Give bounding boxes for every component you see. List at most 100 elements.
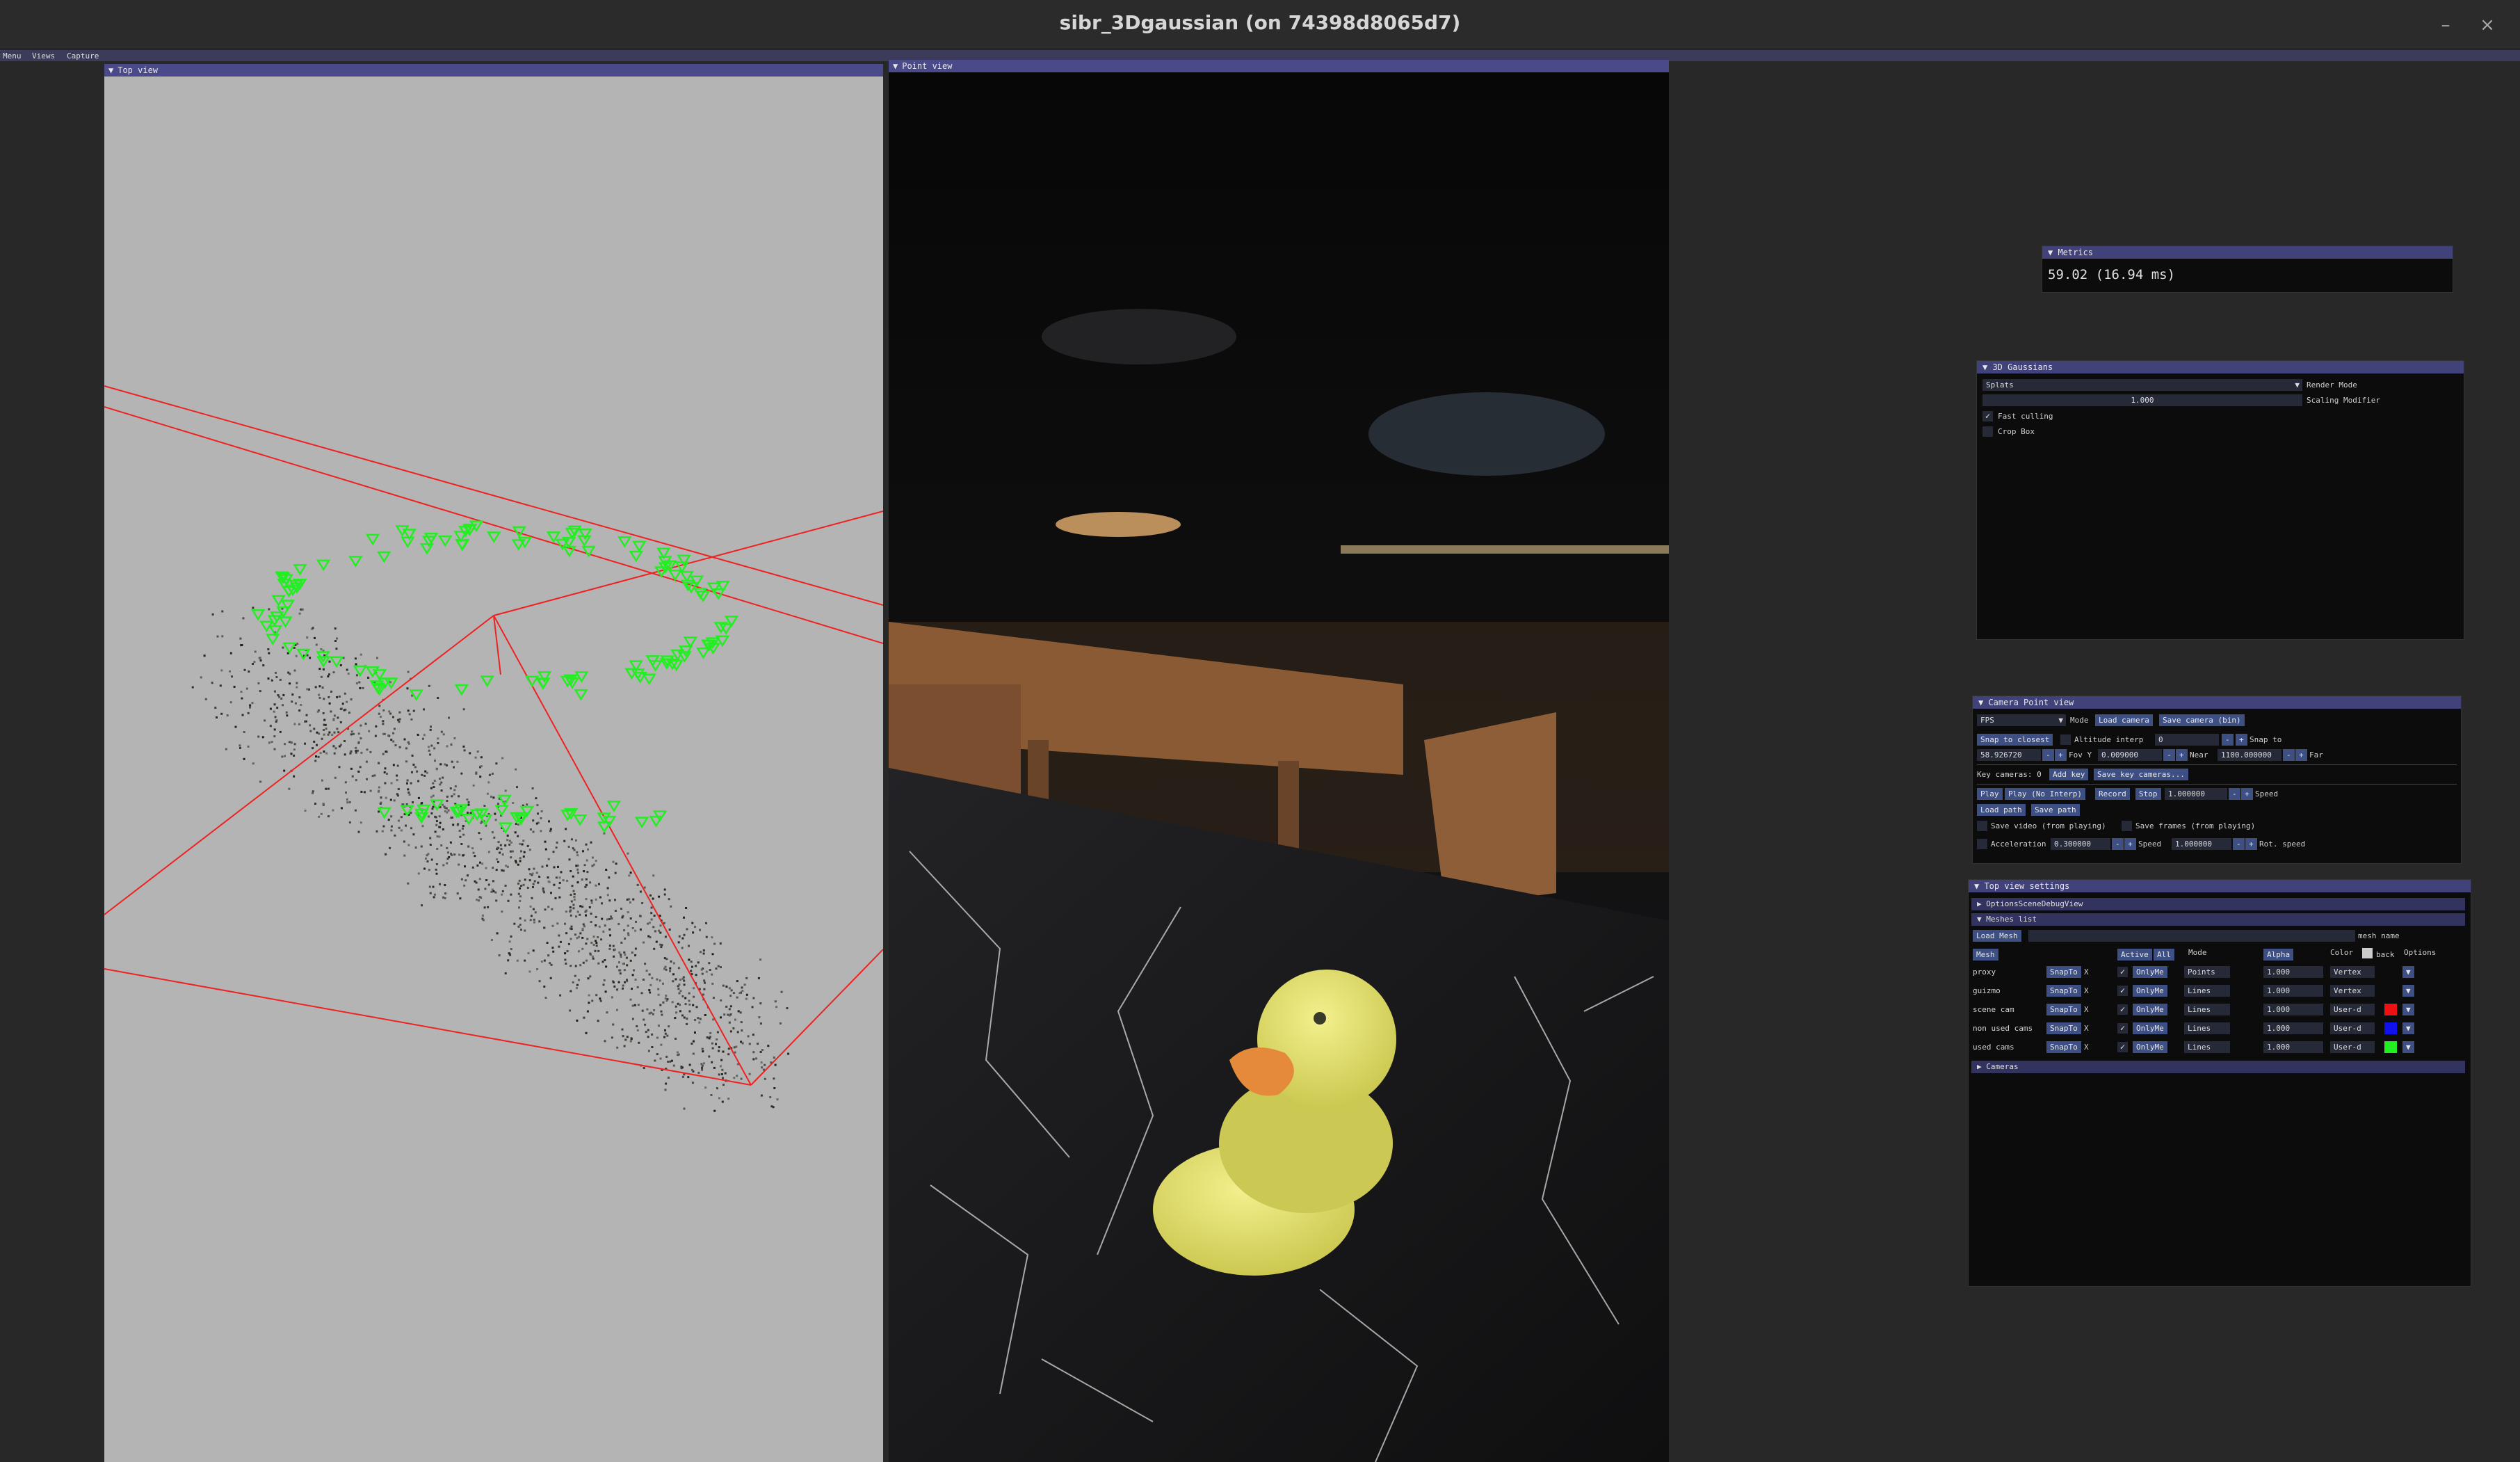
fov-field[interactable]: 58.926720 bbox=[1977, 749, 2041, 761]
speed-plus-button[interactable]: + bbox=[2241, 788, 2253, 800]
only-me-button[interactable]: OnlyMe bbox=[2133, 966, 2167, 978]
record-button[interactable]: Record bbox=[2095, 788, 2130, 800]
fov-plus-button[interactable]: + bbox=[2055, 749, 2067, 761]
altitude-interp-checkbox[interactable] bbox=[2060, 734, 2071, 745]
play-button[interactable]: Play bbox=[1977, 788, 2003, 800]
snap-to-button[interactable]: SnapTo bbox=[2046, 985, 2081, 997]
collapse-triangle-icon[interactable]: ▼ bbox=[2048, 248, 2058, 257]
mesh-name-input[interactable] bbox=[2028, 930, 2355, 942]
row-options-dropdown[interactable]: ▼ bbox=[2402, 966, 2414, 978]
snap-to-button[interactable]: SnapTo bbox=[2046, 966, 2081, 978]
shading-select[interactable]: User-d bbox=[2330, 1041, 2375, 1053]
save-camera-button[interactable]: Save camera (bin) bbox=[2159, 714, 2245, 726]
chevron-down-icon[interactable]: ▼ bbox=[2058, 714, 2063, 726]
save-video-checkbox[interactable] bbox=[1977, 821, 1987, 831]
remove-mesh-icon[interactable]: X bbox=[2084, 1041, 2089, 1053]
save-path-button[interactable]: Save path bbox=[2031, 804, 2080, 816]
shading-select[interactable]: User-d bbox=[2330, 1022, 2375, 1034]
collapse-triangle-icon[interactable]: ▼ bbox=[1982, 362, 1992, 372]
fov-minus-button[interactable]: - bbox=[2042, 749, 2054, 761]
save-key-cameras-button[interactable]: Save key cameras... bbox=[2094, 769, 2188, 780]
options-scene-debug-header[interactable]: ▶ OptionsSceneDebugView bbox=[1971, 898, 2465, 910]
load-path-button[interactable]: Load path bbox=[1977, 804, 2026, 816]
snap-to-button[interactable]: SnapTo bbox=[2046, 1041, 2081, 1053]
collapse-triangle-icon[interactable]: ▼ bbox=[1978, 698, 1988, 707]
speed2-plus-button[interactable]: + bbox=[2245, 838, 2257, 850]
only-me-button[interactable]: OnlyMe bbox=[2133, 1041, 2167, 1053]
collapse-triangle-icon[interactable]: ▼ bbox=[1977, 915, 1986, 924]
acceleration-field[interactable]: 0.300000 bbox=[2051, 838, 2110, 850]
mode-select[interactable]: Lines bbox=[2184, 1022, 2230, 1034]
point-view-render[interactable] bbox=[889, 72, 1669, 1462]
menu-item-menu[interactable]: Menu bbox=[3, 51, 22, 61]
shading-select[interactable]: Vertex bbox=[2330, 966, 2375, 978]
speed-field[interactable]: 1.000000 bbox=[2172, 838, 2231, 850]
shading-select[interactable]: Vertex bbox=[2330, 985, 2375, 997]
cameras-header[interactable]: ▶ Cameras bbox=[1971, 1061, 2465, 1073]
top-view-header[interactable]: ▼ Top view bbox=[104, 64, 883, 77]
active-checkbox[interactable]: ✓ bbox=[2117, 1042, 2128, 1052]
far-plus-button[interactable]: + bbox=[2295, 749, 2307, 761]
altitude-plus-button[interactable]: + bbox=[2236, 734, 2247, 746]
only-me-button[interactable]: OnlyMe bbox=[2133, 1004, 2167, 1015]
close-icon[interactable]: × bbox=[2473, 13, 2501, 38]
minimize-icon[interactable]: – bbox=[2432, 13, 2460, 38]
collapse-triangle-icon[interactable]: ▼ bbox=[108, 64, 113, 77]
remove-mesh-icon[interactable]: X bbox=[2084, 985, 2089, 997]
only-me-button[interactable]: OnlyMe bbox=[2133, 985, 2167, 997]
speed2-minus-button[interactable]: - bbox=[2233, 838, 2245, 850]
camera-mode-select[interactable]: FPS ▼ bbox=[1977, 714, 2066, 726]
active-checkbox[interactable]: ✓ bbox=[2117, 967, 2128, 977]
alpha-slider[interactable]: 1.000 bbox=[2263, 1022, 2323, 1034]
row-options-dropdown[interactable]: ▼ bbox=[2402, 1004, 2414, 1015]
point-view-header[interactable]: ▼ Point view bbox=[889, 60, 1669, 72]
snap-to-button[interactable]: SnapTo bbox=[2046, 1004, 2081, 1015]
alpha-slider[interactable]: 1.000 bbox=[2263, 1004, 2323, 1015]
altitude-minus-button[interactable]: - bbox=[2222, 734, 2234, 746]
mesh-color-swatch[interactable] bbox=[2384, 1022, 2397, 1034]
acceleration-checkbox[interactable] bbox=[1977, 839, 1987, 849]
accel-plus-button[interactable]: + bbox=[2124, 838, 2136, 850]
play-no-interp-button[interactable]: Play (No Interp) bbox=[2005, 788, 2085, 800]
snap-to-closest-button[interactable]: Snap to closest bbox=[1977, 734, 2053, 746]
chevron-down-icon[interactable]: ▼ bbox=[2295, 379, 2300, 391]
column-mesh[interactable]: Mesh bbox=[1973, 949, 1998, 961]
camera-header[interactable]: ▼ Camera Point view bbox=[1973, 696, 2461, 709]
column-alpha[interactable]: Alpha bbox=[2263, 949, 2294, 961]
mode-select[interactable]: Lines bbox=[2184, 1041, 2230, 1053]
row-options-dropdown[interactable]: ▼ bbox=[2402, 1022, 2414, 1034]
column-all[interactable]: All bbox=[2154, 949, 2174, 961]
alpha-slider[interactable]: 1.000 bbox=[2263, 985, 2323, 997]
mode-select[interactable]: Lines bbox=[2184, 985, 2230, 997]
shading-select[interactable]: User-d bbox=[2330, 1004, 2375, 1015]
remove-mesh-icon[interactable]: X bbox=[2084, 1004, 2089, 1015]
expand-triangle-icon[interactable]: ▶ bbox=[1977, 899, 1986, 908]
far-field[interactable]: 1100.000000 bbox=[2218, 749, 2281, 761]
load-mesh-button[interactable]: Load Mesh bbox=[1973, 930, 2021, 942]
mesh-color-swatch[interactable] bbox=[2384, 1041, 2397, 1053]
collapse-triangle-icon[interactable]: ▼ bbox=[1974, 881, 1984, 891]
active-checkbox[interactable]: ✓ bbox=[2117, 986, 2128, 996]
remove-mesh-icon[interactable]: X bbox=[2084, 1022, 2089, 1034]
near-field[interactable]: 0.009000 bbox=[2098, 749, 2162, 761]
gaussian-header[interactable]: ▼ 3D Gaussians bbox=[1977, 361, 2464, 373]
alpha-slider[interactable]: 1.000 bbox=[2263, 966, 2323, 978]
render-mode-select[interactable]: Splats ▼ bbox=[1982, 379, 2302, 391]
active-checkbox[interactable]: ✓ bbox=[2117, 1004, 2128, 1015]
only-me-button[interactable]: OnlyMe bbox=[2133, 1022, 2167, 1034]
menu-item-capture[interactable]: Capture bbox=[67, 51, 99, 61]
meshes-list-header[interactable]: ▼ Meshes list bbox=[1971, 913, 2465, 926]
mode-select[interactable]: Lines bbox=[2184, 1004, 2230, 1015]
near-plus-button[interactable]: + bbox=[2176, 749, 2188, 761]
fast-culling-checkbox[interactable]: ✓ bbox=[1982, 411, 1993, 421]
save-frames-checkbox[interactable] bbox=[2122, 821, 2132, 831]
speed-minus-button[interactable]: - bbox=[2229, 788, 2240, 800]
mesh-color-swatch[interactable] bbox=[2384, 1004, 2397, 1015]
near-minus-button[interactable]: - bbox=[2163, 749, 2175, 761]
top-view-canvas[interactable] bbox=[104, 77, 883, 1462]
stop-button[interactable]: Stop bbox=[2135, 788, 2161, 800]
expand-triangle-icon[interactable]: ▶ bbox=[1977, 1062, 1986, 1071]
metrics-header[interactable]: ▼ Metrics bbox=[2042, 246, 2453, 259]
play-speed-field[interactable]: 1.000000 bbox=[2165, 788, 2227, 800]
crop-box-checkbox[interactable] bbox=[1982, 426, 1993, 437]
